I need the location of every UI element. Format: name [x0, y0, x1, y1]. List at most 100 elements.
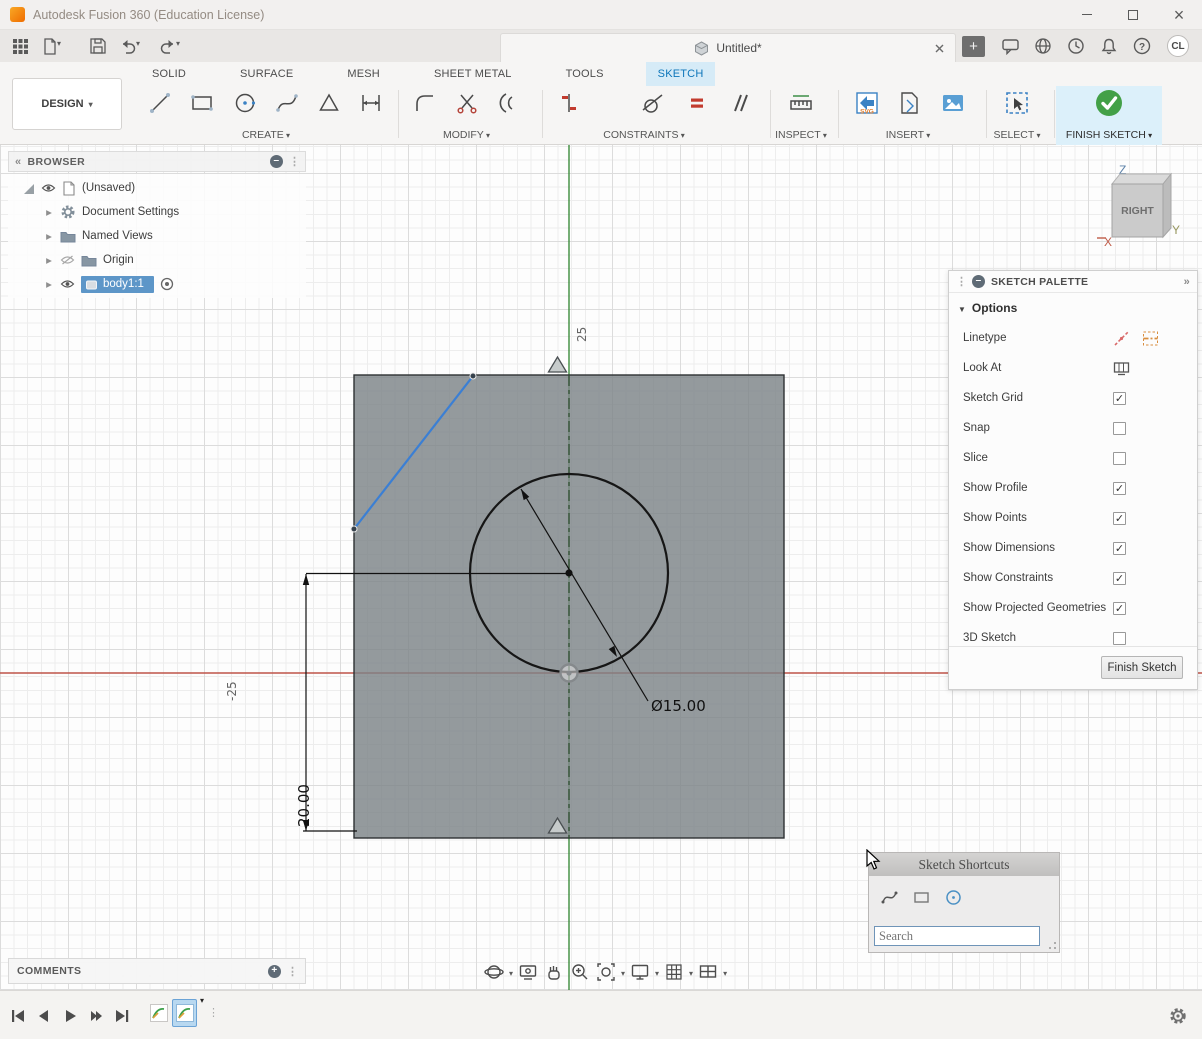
- shortcuts-search-input[interactable]: [874, 926, 1040, 946]
- comments-bar[interactable]: COMMENTS: [8, 958, 306, 984]
- grid-settings-icon[interactable]: [663, 961, 685, 983]
- orbit-icon[interactable]: [483, 961, 505, 983]
- help-icon[interactable]: ?: [1130, 35, 1154, 57]
- trim-tool-icon[interactable]: [454, 90, 480, 116]
- timeline-feature-sketch2-selected[interactable]: [172, 999, 197, 1027]
- viewcube[interactable]: Z RIGHT X Y: [1095, 158, 1187, 250]
- comment-icon[interactable]: [998, 35, 1022, 57]
- display-settings-icon[interactable]: [629, 961, 651, 983]
- close-button[interactable]: [1156, 0, 1202, 30]
- avatar[interactable]: CL: [1167, 35, 1189, 57]
- viewcube-side-face[interactable]: [1163, 174, 1171, 237]
- viewports-caret-icon[interactable]: [723, 965, 727, 979]
- app-grid-icon[interactable]: [8, 35, 32, 57]
- tree-item-origin[interactable]: Origin: [8, 248, 306, 272]
- tangent-constraint-icon[interactable]: [640, 90, 666, 116]
- visibility-eye-icon[interactable]: [60, 279, 75, 289]
- circle-tool-icon[interactable]: [232, 90, 258, 116]
- timeline-grip-icon[interactable]: [208, 1005, 218, 1019]
- group-constraints-label[interactable]: CONSTRAINTS: [546, 129, 742, 141]
- timeline-marker-icon[interactable]: ▾: [200, 996, 204, 1005]
- save-icon[interactable]: [86, 35, 110, 57]
- insert-svg-icon[interactable]: SVG: [854, 90, 880, 116]
- dim-diameter-label[interactable]: Ø15.00: [651, 697, 706, 715]
- rectangle-shortcut-icon[interactable]: [913, 889, 930, 905]
- palette-options-header[interactable]: Options: [949, 293, 1197, 323]
- 3d-sketch-checkbox[interactable]: [1113, 632, 1126, 645]
- step-back-button[interactable]: [34, 1006, 54, 1026]
- comments-grip-icon[interactable]: [287, 965, 297, 978]
- group-create-label[interactable]: CREATE: [135, 129, 397, 141]
- expand-caret-icon[interactable]: [44, 278, 54, 290]
- zoom-icon[interactable]: [569, 961, 591, 983]
- undo-caret-icon[interactable]: [136, 35, 148, 57]
- rectangle-tool-icon[interactable]: [189, 90, 215, 116]
- timeline-feature-sketch1[interactable]: [146, 999, 171, 1027]
- design-dropdown[interactable]: DESIGN: [12, 78, 122, 130]
- tab-sketch[interactable]: SKETCH: [646, 62, 716, 86]
- spline-tool-icon[interactable]: [274, 90, 300, 116]
- tab-surface[interactable]: SURFACE: [228, 62, 305, 86]
- palette-grip-icon[interactable]: [956, 275, 966, 288]
- group-insert-label[interactable]: INSERT: [842, 129, 974, 141]
- finish-sketch-button[interactable]: Finish Sketch: [1101, 656, 1183, 679]
- tab-mesh[interactable]: MESH: [335, 62, 392, 86]
- redo-caret-icon[interactable]: [176, 35, 188, 57]
- skip-to-start-button[interactable]: [8, 1006, 28, 1026]
- tree-item-named-views[interactable]: Named Views: [8, 224, 306, 248]
- grid-settings-caret-icon[interactable]: [689, 965, 693, 979]
- centerline-linetype-icon[interactable]: [1142, 330, 1159, 347]
- tree-item-document-settings[interactable]: Document Settings: [8, 200, 306, 224]
- tab-solid[interactable]: SOLID: [140, 62, 198, 86]
- finish-sketch-icon[interactable]: [1094, 88, 1124, 118]
- tree-item-document[interactable]: (Unsaved): [8, 176, 306, 200]
- spline-shortcut-icon[interactable]: [881, 889, 898, 905]
- look-at-icon[interactable]: [517, 961, 539, 983]
- equal-constraint-icon[interactable]: [684, 90, 710, 116]
- sketch-point[interactable]: [351, 526, 357, 532]
- snap-checkbox[interactable]: [1113, 422, 1126, 435]
- group-select-label[interactable]: SELECT: [988, 129, 1046, 141]
- document-tab-close-icon[interactable]: [931, 40, 947, 56]
- shortcuts-resize-grip[interactable]: [1048, 941, 1057, 950]
- group-inspect-label[interactable]: INSPECT: [771, 129, 831, 141]
- show-dimensions-checkbox[interactable]: [1113, 542, 1126, 555]
- settings-gear-icon[interactable]: [1168, 1006, 1188, 1026]
- tab-sheet-metal[interactable]: SHEET METAL: [422, 62, 524, 86]
- add-comment-icon[interactable]: [268, 965, 281, 978]
- show-constraints-checkbox[interactable]: [1113, 572, 1126, 585]
- document-tab[interactable]: Untitled*: [500, 33, 956, 62]
- new-tab-button[interactable]: [962, 36, 985, 57]
- browser-display-toggle-icon[interactable]: [270, 155, 283, 168]
- visibility-eye-off-icon[interactable]: [60, 255, 75, 265]
- sketch-point[interactable]: [470, 373, 476, 379]
- bell-icon[interactable]: [1097, 35, 1121, 57]
- show-profile-checkbox[interactable]: [1113, 482, 1126, 495]
- dim-height-label[interactable]: 20.00: [295, 784, 313, 827]
- look-at-icon[interactable]: [1113, 361, 1130, 376]
- play-button[interactable]: [60, 1006, 80, 1026]
- options-expand-icon[interactable]: [958, 301, 966, 315]
- tree-item-body[interactable]: body1:1: [8, 272, 306, 296]
- insert-image-icon[interactable]: [940, 90, 966, 116]
- orbit-caret-icon[interactable]: [509, 965, 513, 979]
- fillet-tool-icon[interactable]: [412, 90, 438, 116]
- show-projected-geometries-checkbox[interactable]: [1113, 602, 1126, 615]
- viewcube-face-label[interactable]: RIGHT: [1121, 205, 1154, 217]
- tab-tools[interactable]: TOOLS: [554, 62, 616, 86]
- palette-collapse-icon[interactable]: [1184, 276, 1190, 288]
- viewcube-top-face[interactable]: [1112, 174, 1171, 184]
- polygon-tool-icon[interactable]: [316, 90, 342, 116]
- zoom-fit-icon[interactable]: [595, 961, 617, 983]
- circle-shortcut-icon[interactable]: [945, 889, 962, 906]
- expand-caret-icon[interactable]: [44, 254, 54, 266]
- parallel-constraint-icon[interactable]: [727, 90, 753, 116]
- pan-icon[interactable]: [543, 961, 565, 983]
- palette-menu-icon[interactable]: [972, 275, 985, 288]
- display-settings-caret-icon[interactable]: [655, 965, 659, 979]
- offset-tool-icon[interactable]: [496, 90, 522, 116]
- group-finish-sketch-label[interactable]: FINISH SKETCH: [1056, 129, 1162, 141]
- tree-item-body-selected[interactable]: body1:1: [81, 276, 154, 293]
- file-menu-caret-icon[interactable]: [57, 35, 69, 57]
- visibility-eye-icon[interactable]: [41, 183, 56, 193]
